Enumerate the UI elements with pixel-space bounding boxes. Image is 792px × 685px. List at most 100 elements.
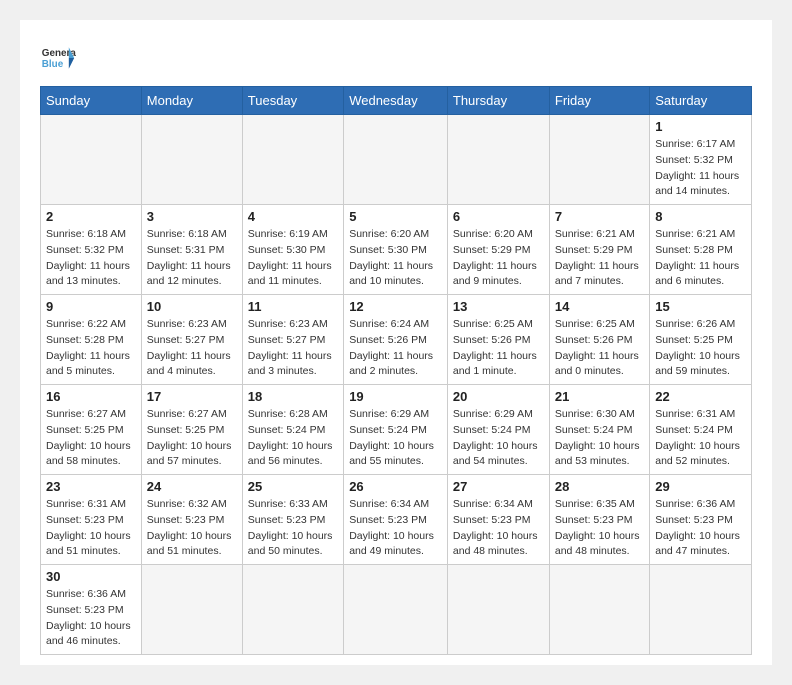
calendar-cell: 3 Sunrise: 6:18 AM Sunset: 5:31 PM Daylig… (141, 205, 242, 295)
calendar-cell: 11 Sunrise: 6:23 AM Sunset: 5:27 PM Dayli… (242, 295, 343, 385)
calendar-cell: 1 Sunrise: 6:17 AM Sunset: 5:32 PM Daylig… (650, 115, 752, 205)
calendar-cell: 13 Sunrise: 6:25 AM Sunset: 5:26 PM Dayli… (447, 295, 549, 385)
day-info: Sunrise: 6:28 AM Sunset: 5:24 PM Dayligh… (248, 407, 338, 470)
day-number: 22 (655, 389, 746, 404)
day-number: 8 (655, 209, 746, 224)
logo: General Blue (40, 40, 76, 76)
calendar-week-5: 23 Sunrise: 6:31 AM Sunset: 5:23 PM Dayli… (41, 475, 752, 565)
day-info: Sunrise: 6:17 AM Sunset: 5:32 PM Dayligh… (655, 137, 746, 200)
day-info: Sunrise: 6:23 AM Sunset: 5:27 PM Dayligh… (248, 317, 338, 380)
day-number: 21 (555, 389, 644, 404)
day-number: 1 (655, 119, 746, 134)
calendar-cell: 18 Sunrise: 6:28 AM Sunset: 5:24 PM Dayli… (242, 385, 343, 475)
day-info: Sunrise: 6:29 AM Sunset: 5:24 PM Dayligh… (349, 407, 442, 470)
weekday-header-wednesday: Wednesday (344, 87, 448, 115)
calendar-cell: 30 Sunrise: 6:36 AM Sunset: 5:23 PM Dayli… (41, 565, 142, 655)
calendar-cell: 23 Sunrise: 6:31 AM Sunset: 5:23 PM Dayli… (41, 475, 142, 565)
calendar-cell: 8 Sunrise: 6:21 AM Sunset: 5:28 PM Daylig… (650, 205, 752, 295)
day-number: 30 (46, 569, 136, 584)
day-number: 16 (46, 389, 136, 404)
calendar-cell: 17Sunrise: 6:27 AM Sunset: 5:25 PM Dayli… (141, 385, 242, 475)
calendar-cell: 16 Sunrise: 6:27 AM Sunset: 5:25 PM Dayli… (41, 385, 142, 475)
day-info: Sunrise: 6:33 AM Sunset: 5:23 PM Dayligh… (248, 497, 338, 560)
day-number: 25 (248, 479, 338, 494)
calendar-week-2: 2Sunrise: 6:18 AM Sunset: 5:32 PM Daylig… (41, 205, 752, 295)
day-info: Sunrise: 6:31 AM Sunset: 5:23 PM Dayligh… (46, 497, 136, 560)
day-number: 17 (147, 389, 237, 404)
calendar-cell: 12Sunrise: 6:24 AM Sunset: 5:26 PM Dayli… (344, 295, 448, 385)
calendar-cell (242, 565, 343, 655)
day-number: 9 (46, 299, 136, 314)
calendar-week-4: 16 Sunrise: 6:27 AM Sunset: 5:25 PM Dayli… (41, 385, 752, 475)
day-info: Sunrise: 6:25 AM Sunset: 5:26 PM Dayligh… (453, 317, 544, 380)
day-number: 14 (555, 299, 644, 314)
calendar-week-6: 30 Sunrise: 6:36 AM Sunset: 5:23 PM Dayli… (41, 565, 752, 655)
calendar-cell: 9 Sunrise: 6:22 AM Sunset: 5:28 PM Daylig… (41, 295, 142, 385)
calendar-cell: 7Sunrise: 6:21 AM Sunset: 5:29 PM Daylig… (549, 205, 649, 295)
day-number: 28 (555, 479, 644, 494)
day-info: Sunrise: 6:30 AM Sunset: 5:24 PM Dayligh… (555, 407, 644, 470)
day-info: Sunrise: 6:27 AM Sunset: 5:25 PM Dayligh… (46, 407, 136, 470)
calendar-cell (242, 115, 343, 205)
day-info: Sunrise: 6:22 AM Sunset: 5:28 PM Dayligh… (46, 317, 136, 380)
calendar-cell: 15 Sunrise: 6:26 AM Sunset: 5:25 PM Dayli… (650, 295, 752, 385)
weekday-header-monday: Monday (141, 87, 242, 115)
day-info: Sunrise: 6:29 AM Sunset: 5:24 PM Dayligh… (453, 407, 544, 470)
calendar-cell: 24 Sunrise: 6:32 AM Sunset: 5:23 PM Dayli… (141, 475, 242, 565)
calendar-week-1: 1 Sunrise: 6:17 AM Sunset: 5:32 PM Daylig… (41, 115, 752, 205)
day-info: Sunrise: 6:26 AM Sunset: 5:25 PM Dayligh… (655, 317, 746, 380)
day-info: Sunrise: 6:35 AM Sunset: 5:23 PM Dayligh… (555, 497, 644, 560)
calendar-cell (447, 565, 549, 655)
calendar-cell (549, 115, 649, 205)
day-number: 23 (46, 479, 136, 494)
day-info: Sunrise: 6:32 AM Sunset: 5:23 PM Dayligh… (147, 497, 237, 560)
weekday-header-friday: Friday (549, 87, 649, 115)
calendar-cell (650, 565, 752, 655)
calendar-cell: 5 Sunrise: 6:20 AM Sunset: 5:30 PM Daylig… (344, 205, 448, 295)
calendar-week-3: 9 Sunrise: 6:22 AM Sunset: 5:28 PM Daylig… (41, 295, 752, 385)
calendar-cell: 27Sunrise: 6:34 AM Sunset: 5:23 PM Dayli… (447, 475, 549, 565)
day-number: 24 (147, 479, 237, 494)
day-number: 26 (349, 479, 442, 494)
day-info: Sunrise: 6:36 AM Sunset: 5:23 PM Dayligh… (46, 587, 136, 650)
calendar-cell: 2Sunrise: 6:18 AM Sunset: 5:32 PM Daylig… (41, 205, 142, 295)
day-number: 4 (248, 209, 338, 224)
weekday-header-row: SundayMondayTuesdayWednesdayThursdayFrid… (41, 87, 752, 115)
calendar-cell: 28 Sunrise: 6:35 AM Sunset: 5:23 PM Dayli… (549, 475, 649, 565)
logo-icon: General Blue (40, 40, 76, 76)
calendar-cell (344, 115, 448, 205)
day-info: Sunrise: 6:24 AM Sunset: 5:26 PM Dayligh… (349, 317, 442, 380)
calendar-cell: 14 Sunrise: 6:25 AM Sunset: 5:26 PM Dayli… (549, 295, 649, 385)
calendar-cell: 29Sunrise: 6:36 AM Sunset: 5:23 PM Dayli… (650, 475, 752, 565)
calendar-cell: 22Sunrise: 6:31 AM Sunset: 5:24 PM Dayli… (650, 385, 752, 475)
day-number: 19 (349, 389, 442, 404)
calendar-cell: 10Sunrise: 6:23 AM Sunset: 5:27 PM Dayli… (141, 295, 242, 385)
weekday-header-thursday: Thursday (447, 87, 549, 115)
day-info: Sunrise: 6:21 AM Sunset: 5:29 PM Dayligh… (555, 227, 644, 290)
day-info: Sunrise: 6:34 AM Sunset: 5:23 PM Dayligh… (349, 497, 442, 560)
calendar-cell (447, 115, 549, 205)
day-number: 3 (147, 209, 237, 224)
calendar-cell (549, 565, 649, 655)
day-info: Sunrise: 6:19 AM Sunset: 5:30 PM Dayligh… (248, 227, 338, 290)
day-info: Sunrise: 6:18 AM Sunset: 5:32 PM Dayligh… (46, 227, 136, 290)
day-number: 13 (453, 299, 544, 314)
day-number: 20 (453, 389, 544, 404)
day-info: Sunrise: 6:25 AM Sunset: 5:26 PM Dayligh… (555, 317, 644, 380)
day-number: 15 (655, 299, 746, 314)
day-info: Sunrise: 6:18 AM Sunset: 5:31 PM Dayligh… (147, 227, 237, 290)
calendar-cell: 20 Sunrise: 6:29 AM Sunset: 5:24 PM Dayli… (447, 385, 549, 475)
calendar-cell (141, 115, 242, 205)
day-info: Sunrise: 6:20 AM Sunset: 5:29 PM Dayligh… (453, 227, 544, 290)
day-info: Sunrise: 6:21 AM Sunset: 5:28 PM Dayligh… (655, 227, 746, 290)
day-number: 5 (349, 209, 442, 224)
day-number: 11 (248, 299, 338, 314)
day-number: 29 (655, 479, 746, 494)
weekday-header-tuesday: Tuesday (242, 87, 343, 115)
calendar-cell: 26 Sunrise: 6:34 AM Sunset: 5:23 PM Dayli… (344, 475, 448, 565)
calendar-table: SundayMondayTuesdayWednesdayThursdayFrid… (40, 86, 752, 655)
weekday-header-sunday: Sunday (41, 87, 142, 115)
calendar-page: General Blue SundayMondayTuesdayWednesda… (20, 20, 772, 665)
day-info: Sunrise: 6:20 AM Sunset: 5:30 PM Dayligh… (349, 227, 442, 290)
day-number: 18 (248, 389, 338, 404)
